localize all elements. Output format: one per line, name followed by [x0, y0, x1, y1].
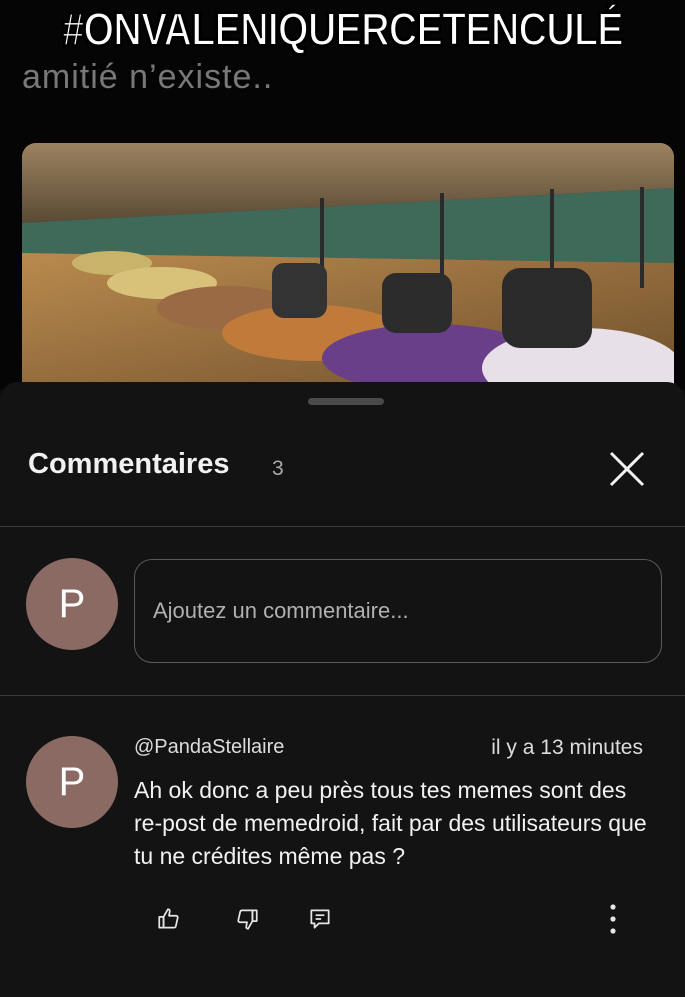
post-image [22, 143, 674, 390]
comment-timestamp: il y a 13 minutes [491, 736, 643, 759]
thumbs-down-icon [237, 909, 258, 930]
close-icon [609, 451, 645, 487]
like-button[interactable] [152, 902, 186, 936]
thumbs-up-icon [158, 908, 179, 929]
more-options-button[interactable] [596, 902, 630, 936]
comments-sheet: Commentaires 3 P P @PandaStellaire il y … [0, 382, 685, 997]
comment-author-avatar[interactable]: P [26, 736, 118, 828]
comments-title: Commentaires [28, 448, 230, 480]
close-button[interactable] [600, 442, 654, 496]
composer-avatar: P [26, 558, 118, 650]
comments-count: 3 [272, 457, 284, 480]
divider [0, 526, 685, 527]
drag-handle[interactable] [308, 398, 384, 405]
divider [0, 695, 685, 696]
comments-header: Commentaires 3 [0, 432, 685, 527]
post-caption-text: amitié n’existe.. [22, 58, 274, 96]
comment-text: Ah ok donc a peu près tous tes memes son… [134, 777, 647, 869]
comment-author[interactable]: @PandaStellaire [134, 736, 284, 759]
dislike-button[interactable] [230, 902, 264, 936]
overlay-hashtag-title: #ONVALENIQUERCETENCULÉ [61, 2, 624, 56]
comment-input[interactable] [134, 559, 662, 663]
more-vertical-icon [610, 904, 616, 934]
reply-icon [310, 909, 330, 929]
post-background: amitié n’existe.. #ONVALENIQUERCETENCULÉ [0, 0, 685, 390]
reply-button[interactable] [303, 902, 337, 936]
